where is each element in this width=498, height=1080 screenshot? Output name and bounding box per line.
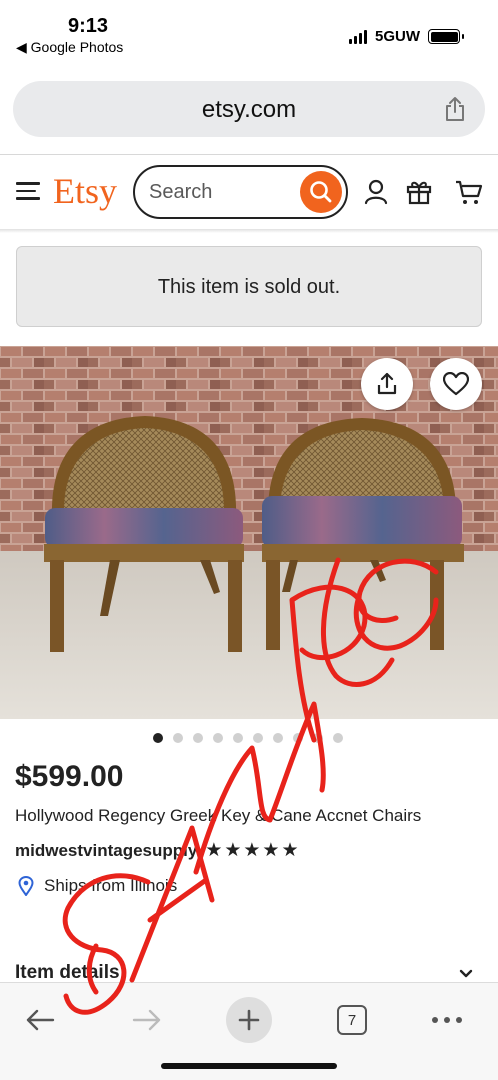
location-pin-icon	[18, 876, 34, 896]
hamburger-icon[interactable]	[16, 182, 40, 202]
pagination-dot[interactable]	[273, 733, 283, 743]
url-text[interactable]: etsy.com	[13, 96, 485, 124]
network-label: 5GUW	[375, 28, 420, 45]
item-details-header[interactable]: Item details	[15, 962, 120, 984]
pagination-dot[interactable]	[153, 733, 163, 743]
star-rating[interactable]: ★★★★★	[205, 839, 300, 862]
user-icon[interactable]	[362, 178, 390, 206]
gift-icon[interactable]	[405, 178, 433, 206]
status-bar: 9:13 ◀ Google Photos 5GUW	[0, 0, 498, 60]
forward-button[interactable]	[120, 993, 174, 1047]
search-button[interactable]	[300, 171, 342, 213]
url-bar[interactable]: etsy.com	[13, 81, 485, 137]
shipping-origin: Ships from Illinois	[18, 876, 177, 896]
forward-arrow-icon	[132, 1009, 161, 1031]
chevron-down-icon[interactable]	[458, 966, 474, 982]
search-box[interactable]	[133, 165, 348, 219]
back-button[interactable]	[13, 993, 67, 1047]
tabs-icon: 7	[337, 1005, 367, 1035]
heart-icon	[443, 372, 469, 396]
plus-icon	[226, 997, 272, 1043]
pagination-dot[interactable]	[213, 733, 223, 743]
share-listing-button[interactable]	[361, 358, 413, 410]
listing-title: Hollywood Regency Greek Key & Cane Accne…	[15, 806, 422, 825]
pagination-dot[interactable]	[173, 733, 183, 743]
sold-out-text: This item is sold out.	[157, 276, 341, 298]
tabs-button[interactable]: 7	[325, 993, 379, 1047]
pagination-dot[interactable]	[333, 733, 343, 743]
back-to-app-link[interactable]: ◀ Google Photos	[16, 39, 123, 56]
shop-name-link[interactable]: midwestvintagesupply	[15, 841, 197, 861]
ships-from-text: Ships from Illinois	[44, 876, 178, 895]
share-icon	[377, 372, 397, 395]
product-photo[interactable]	[0, 346, 498, 719]
pagination-dot[interactable]	[193, 733, 203, 743]
listing-price: $599.00	[15, 760, 124, 793]
pagination-dot[interactable]	[313, 733, 323, 743]
new-tab-button[interactable]	[222, 993, 276, 1047]
pagination-dot[interactable]	[293, 733, 303, 743]
home-indicator	[161, 1063, 337, 1069]
search-input[interactable]	[149, 180, 289, 204]
photo-pagination[interactable]	[153, 733, 343, 743]
site-header: Etsy	[0, 158, 498, 228]
divider	[0, 154, 498, 155]
favorite-button[interactable]	[430, 358, 482, 410]
pagination-dot[interactable]	[253, 733, 263, 743]
shop-row: midwestvintagesupply ★★★★★	[15, 839, 301, 862]
cart-icon[interactable]	[455, 178, 483, 206]
header-shadow	[0, 229, 498, 233]
chairs-photo-image	[0, 346, 498, 719]
etsy-logo[interactable]: Etsy	[53, 170, 117, 212]
share-icon[interactable]	[443, 96, 467, 122]
more-icon	[432, 1017, 462, 1023]
sold-out-notice: This item is sold out.	[16, 246, 482, 327]
search-icon	[310, 181, 332, 203]
battery-icon	[428, 29, 464, 44]
status-indicators: 5GUW	[349, 28, 464, 45]
status-time: 9:13	[68, 15, 109, 37]
more-button[interactable]	[420, 993, 474, 1047]
pagination-dot[interactable]	[233, 733, 243, 743]
signal-icon	[349, 29, 367, 44]
back-arrow-icon	[26, 1009, 55, 1031]
